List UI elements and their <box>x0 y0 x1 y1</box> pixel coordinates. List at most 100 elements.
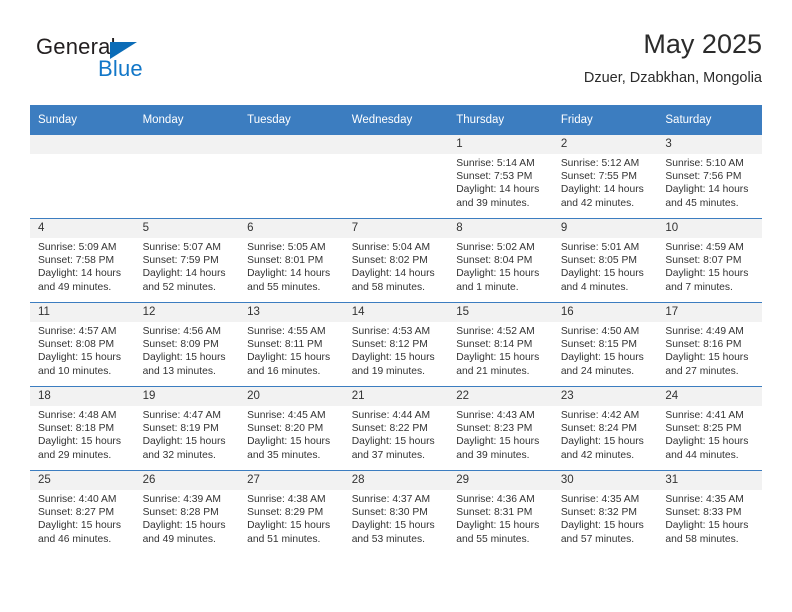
calendar-page: General Blue May 2025 Dzuer, Dzabkhan, M… <box>0 0 792 612</box>
general-blue-logo[interactable]: General Blue <box>36 34 226 90</box>
day-cell[interactable]: 14 Sunrise: 4:53 AM Sunset: 8:12 PM Dayligh… <box>343 302 449 386</box>
day-cell[interactable]: 4 Sunrise: 5:09 AM Sunset: 7:58 PM Daylight… <box>30 218 135 302</box>
day-details: Sunrise: 4:56 AM Sunset: 8:09 PM Daylight:… <box>135 322 240 378</box>
day-cell[interactable]: 17 Sunrise: 4:49 AM Sunset: 8:16 PM Dayligh… <box>657 302 762 386</box>
day-details: Sunrise: 5:02 AM Sunset: 8:04 PM Daylight:… <box>448 238 553 294</box>
daylight-text: Daylight: 14 hours and 45 minutes. <box>665 184 749 209</box>
day-number: 25 <box>38 474 51 486</box>
calendar-cell <box>30 134 135 218</box>
day-cell[interactable]: 20 Sunrise: 4:45 AM Sunset: 8:20 PM Dayligh… <box>239 386 344 470</box>
day-cell[interactable]: 3 Sunrise: 5:10 AM Sunset: 7:56 PM Daylight… <box>657 134 762 218</box>
daylight-text: Daylight: 15 hours and 16 minutes. <box>247 352 331 377</box>
day-cell[interactable]: 8 Sunrise: 5:02 AM Sunset: 8:04 PM Daylight… <box>448 218 553 302</box>
day-number-strip <box>239 135 344 154</box>
day-cell[interactable]: 5 Sunrise: 5:07 AM Sunset: 7:59 PM Daylight… <box>134 218 240 302</box>
day-details: Sunrise: 4:57 AM Sunset: 8:08 PM Daylight:… <box>30 322 135 378</box>
calendar-week-row: 4 Sunrise: 5:09 AM Sunset: 7:58 PM Daylight… <box>30 218 762 302</box>
day-cell[interactable]: 25 Sunrise: 4:40 AM Sunset: 8:27 PM Dayligh… <box>30 470 135 554</box>
daylight-text: Daylight: 14 hours and 49 minutes. <box>38 268 121 293</box>
sunrise-text: Sunrise: 4:52 AM <box>456 326 535 337</box>
day-cell[interactable]: 12 Sunrise: 4:56 AM Sunset: 8:09 PM Dayligh… <box>134 302 240 386</box>
month-calendar-table: Sunday Monday Tuesday Wednesday Thursday… <box>30 105 762 554</box>
day-details: Sunrise: 4:44 AM Sunset: 8:22 PM Daylight:… <box>344 406 449 462</box>
day-details: Sunrise: 5:04 AM Sunset: 8:02 PM Daylight:… <box>344 238 449 294</box>
calendar-cell: 30 Sunrise: 4:35 AM Sunset: 8:32 PM Dayligh… <box>552 470 658 554</box>
daylight-text: Daylight: 15 hours and 35 minutes. <box>247 436 331 461</box>
day-cell[interactable]: 31 Sunrise: 4:35 AM Sunset: 8:33 PM Dayligh… <box>657 470 762 554</box>
day-cell[interactable]: 23 Sunrise: 4:42 AM Sunset: 8:24 PM Dayligh… <box>552 386 658 470</box>
day-cell[interactable]: 29 Sunrise: 4:36 AM Sunset: 8:31 PM Dayligh… <box>448 470 553 554</box>
day-cell[interactable]: 27 Sunrise: 4:38 AM Sunset: 8:29 PM Dayligh… <box>239 470 344 554</box>
day-cell[interactable]: 16 Sunrise: 4:50 AM Sunset: 8:15 PM Dayligh… <box>552 302 658 386</box>
day-number-strip <box>30 135 135 154</box>
sunset-text: Sunset: 8:18 PM <box>38 423 115 435</box>
day-cell[interactable]: 1 Sunrise: 5:14 AM Sunset: 7:53 PM Daylight… <box>448 134 553 218</box>
day-cell[interactable]: 10 Sunrise: 4:59 AM Sunset: 8:07 PM Dayligh… <box>657 218 762 302</box>
sunrise-text: Sunrise: 4:42 AM <box>560 410 640 421</box>
day-details: Sunrise: 4:45 AM Sunset: 8:20 PM Daylight:… <box>239 406 344 462</box>
day-details: Sunrise: 4:35 AM Sunset: 8:32 PM Daylight:… <box>553 490 658 546</box>
day-number-strip: 7 <box>343 219 449 238</box>
calendar-cell: 24 Sunrise: 4:41 AM Sunset: 8:25 PM Dayligh… <box>657 386 762 470</box>
sunset-text: Sunset: 7:58 PM <box>38 255 115 267</box>
day-details: Sunrise: 4:48 AM Sunset: 8:18 PM Daylight:… <box>30 406 135 462</box>
sunrise-text: Sunrise: 5:14 AM <box>456 158 535 169</box>
day-cell[interactable]: 24 Sunrise: 4:41 AM Sunset: 8:25 PM Dayligh… <box>657 386 762 470</box>
day-number-strip: 14 <box>343 303 449 322</box>
sunrise-text: Sunrise: 4:59 AM <box>665 242 744 253</box>
day-cell[interactable]: 26 Sunrise: 4:39 AM Sunset: 8:28 PM Dayligh… <box>134 470 240 554</box>
daylight-text: Daylight: 15 hours and 57 minutes. <box>560 520 644 545</box>
day-details: Sunrise: 5:07 AM Sunset: 7:59 PM Daylight:… <box>135 238 240 294</box>
calendar-week-row: 1 Sunrise: 5:14 AM Sunset: 7:53 PM Daylight… <box>30 134 762 218</box>
day-number: 28 <box>351 474 365 486</box>
calendar-cell: 4 Sunrise: 5:09 AM Sunset: 7:58 PM Daylight… <box>30 218 135 302</box>
daylight-text: Daylight: 14 hours and 39 minutes. <box>456 184 540 209</box>
day-details: Sunrise: 5:14 AM Sunset: 7:53 PM Daylight:… <box>448 154 553 210</box>
calendar-cell: 27 Sunrise: 4:38 AM Sunset: 8:29 PM Dayligh… <box>239 470 344 554</box>
day-cell[interactable]: 19 Sunrise: 4:47 AM Sunset: 8:19 PM Dayligh… <box>134 386 240 470</box>
sunset-text: Sunset: 7:59 PM <box>142 255 219 267</box>
sunset-text: Sunset: 8:25 PM <box>665 423 742 435</box>
calendar-cell: 28 Sunrise: 4:37 AM Sunset: 8:30 PM Dayligh… <box>343 470 449 554</box>
day-number: 29 <box>456 474 470 486</box>
day-cell[interactable]: 7 Sunrise: 5:04 AM Sunset: 8:02 PM Daylight… <box>343 218 449 302</box>
day-number: 18 <box>38 390 51 402</box>
day-number-strip: 13 <box>239 303 344 322</box>
daylight-text: Daylight: 14 hours and 55 minutes. <box>247 268 331 293</box>
day-cell[interactable]: 28 Sunrise: 4:37 AM Sunset: 8:30 PM Dayligh… <box>343 470 449 554</box>
daylight-text: Daylight: 14 hours and 52 minutes. <box>142 268 226 293</box>
sunset-text: Sunset: 8:08 PM <box>38 339 115 351</box>
calendar-cell: 16 Sunrise: 4:50 AM Sunset: 8:15 PM Dayligh… <box>552 302 658 386</box>
sunset-text: Sunset: 8:30 PM <box>351 507 428 519</box>
day-cell[interactable]: 22 Sunrise: 4:43 AM Sunset: 8:23 PM Dayligh… <box>448 386 553 470</box>
day-cell[interactable]: 15 Sunrise: 4:52 AM Sunset: 8:14 PM Dayligh… <box>448 302 553 386</box>
calendar-cell: 6 Sunrise: 5:05 AM Sunset: 8:01 PM Daylight… <box>239 218 344 302</box>
sunset-text: Sunset: 8:11 PM <box>247 339 323 351</box>
day-cell[interactable]: 18 Sunrise: 4:48 AM Sunset: 8:18 PM Dayligh… <box>30 386 135 470</box>
day-cell[interactable]: 6 Sunrise: 5:05 AM Sunset: 8:01 PM Daylight… <box>239 218 344 302</box>
sunrise-text: Sunrise: 4:49 AM <box>665 326 744 337</box>
sunrise-text: Sunrise: 5:05 AM <box>247 242 326 253</box>
day-cell[interactable]: 13 Sunrise: 4:55 AM Sunset: 8:11 PM Dayligh… <box>239 302 344 386</box>
day-cell[interactable]: 11 Sunrise: 4:57 AM Sunset: 8:08 PM Dayligh… <box>30 302 135 386</box>
calendar-cell: 10 Sunrise: 4:59 AM Sunset: 8:07 PM Dayligh… <box>657 218 762 302</box>
day-cell[interactable]: 30 Sunrise: 4:35 AM Sunset: 8:32 PM Dayligh… <box>552 470 658 554</box>
day-number: 5 <box>142 222 149 234</box>
day-cell[interactable]: 21 Sunrise: 4:44 AM Sunset: 8:22 PM Dayligh… <box>343 386 449 470</box>
day-number: 14 <box>351 306 365 318</box>
day-details: Sunrise: 4:37 AM Sunset: 8:30 PM Daylight:… <box>344 490 449 546</box>
daylight-text: Daylight: 15 hours and 13 minutes. <box>142 352 226 377</box>
day-number-strip: 18 <box>30 387 135 406</box>
calendar-cell: 1 Sunrise: 5:14 AM Sunset: 7:53 PM Daylight… <box>448 134 553 218</box>
day-details: Sunrise: 4:59 AM Sunset: 8:07 PM Daylight:… <box>657 238 762 294</box>
day-cell[interactable]: 2 Sunrise: 5:12 AM Sunset: 7:55 PM Daylight… <box>552 134 658 218</box>
sunset-text: Sunset: 8:04 PM <box>456 255 533 267</box>
sunset-text: Sunset: 7:55 PM <box>560 171 637 183</box>
daylight-text: Daylight: 15 hours and 53 minutes. <box>351 520 435 545</box>
sunrise-text: Sunrise: 4:35 AM <box>665 494 744 505</box>
sunrise-text: Sunrise: 4:55 AM <box>247 326 326 337</box>
day-cell-empty <box>343 134 449 218</box>
weekday-header-wednesday: Wednesday <box>343 105 449 134</box>
day-cell[interactable]: 9 Sunrise: 5:01 AM Sunset: 8:05 PM Daylight… <box>552 218 658 302</box>
day-number-strip: 3 <box>657 135 762 154</box>
